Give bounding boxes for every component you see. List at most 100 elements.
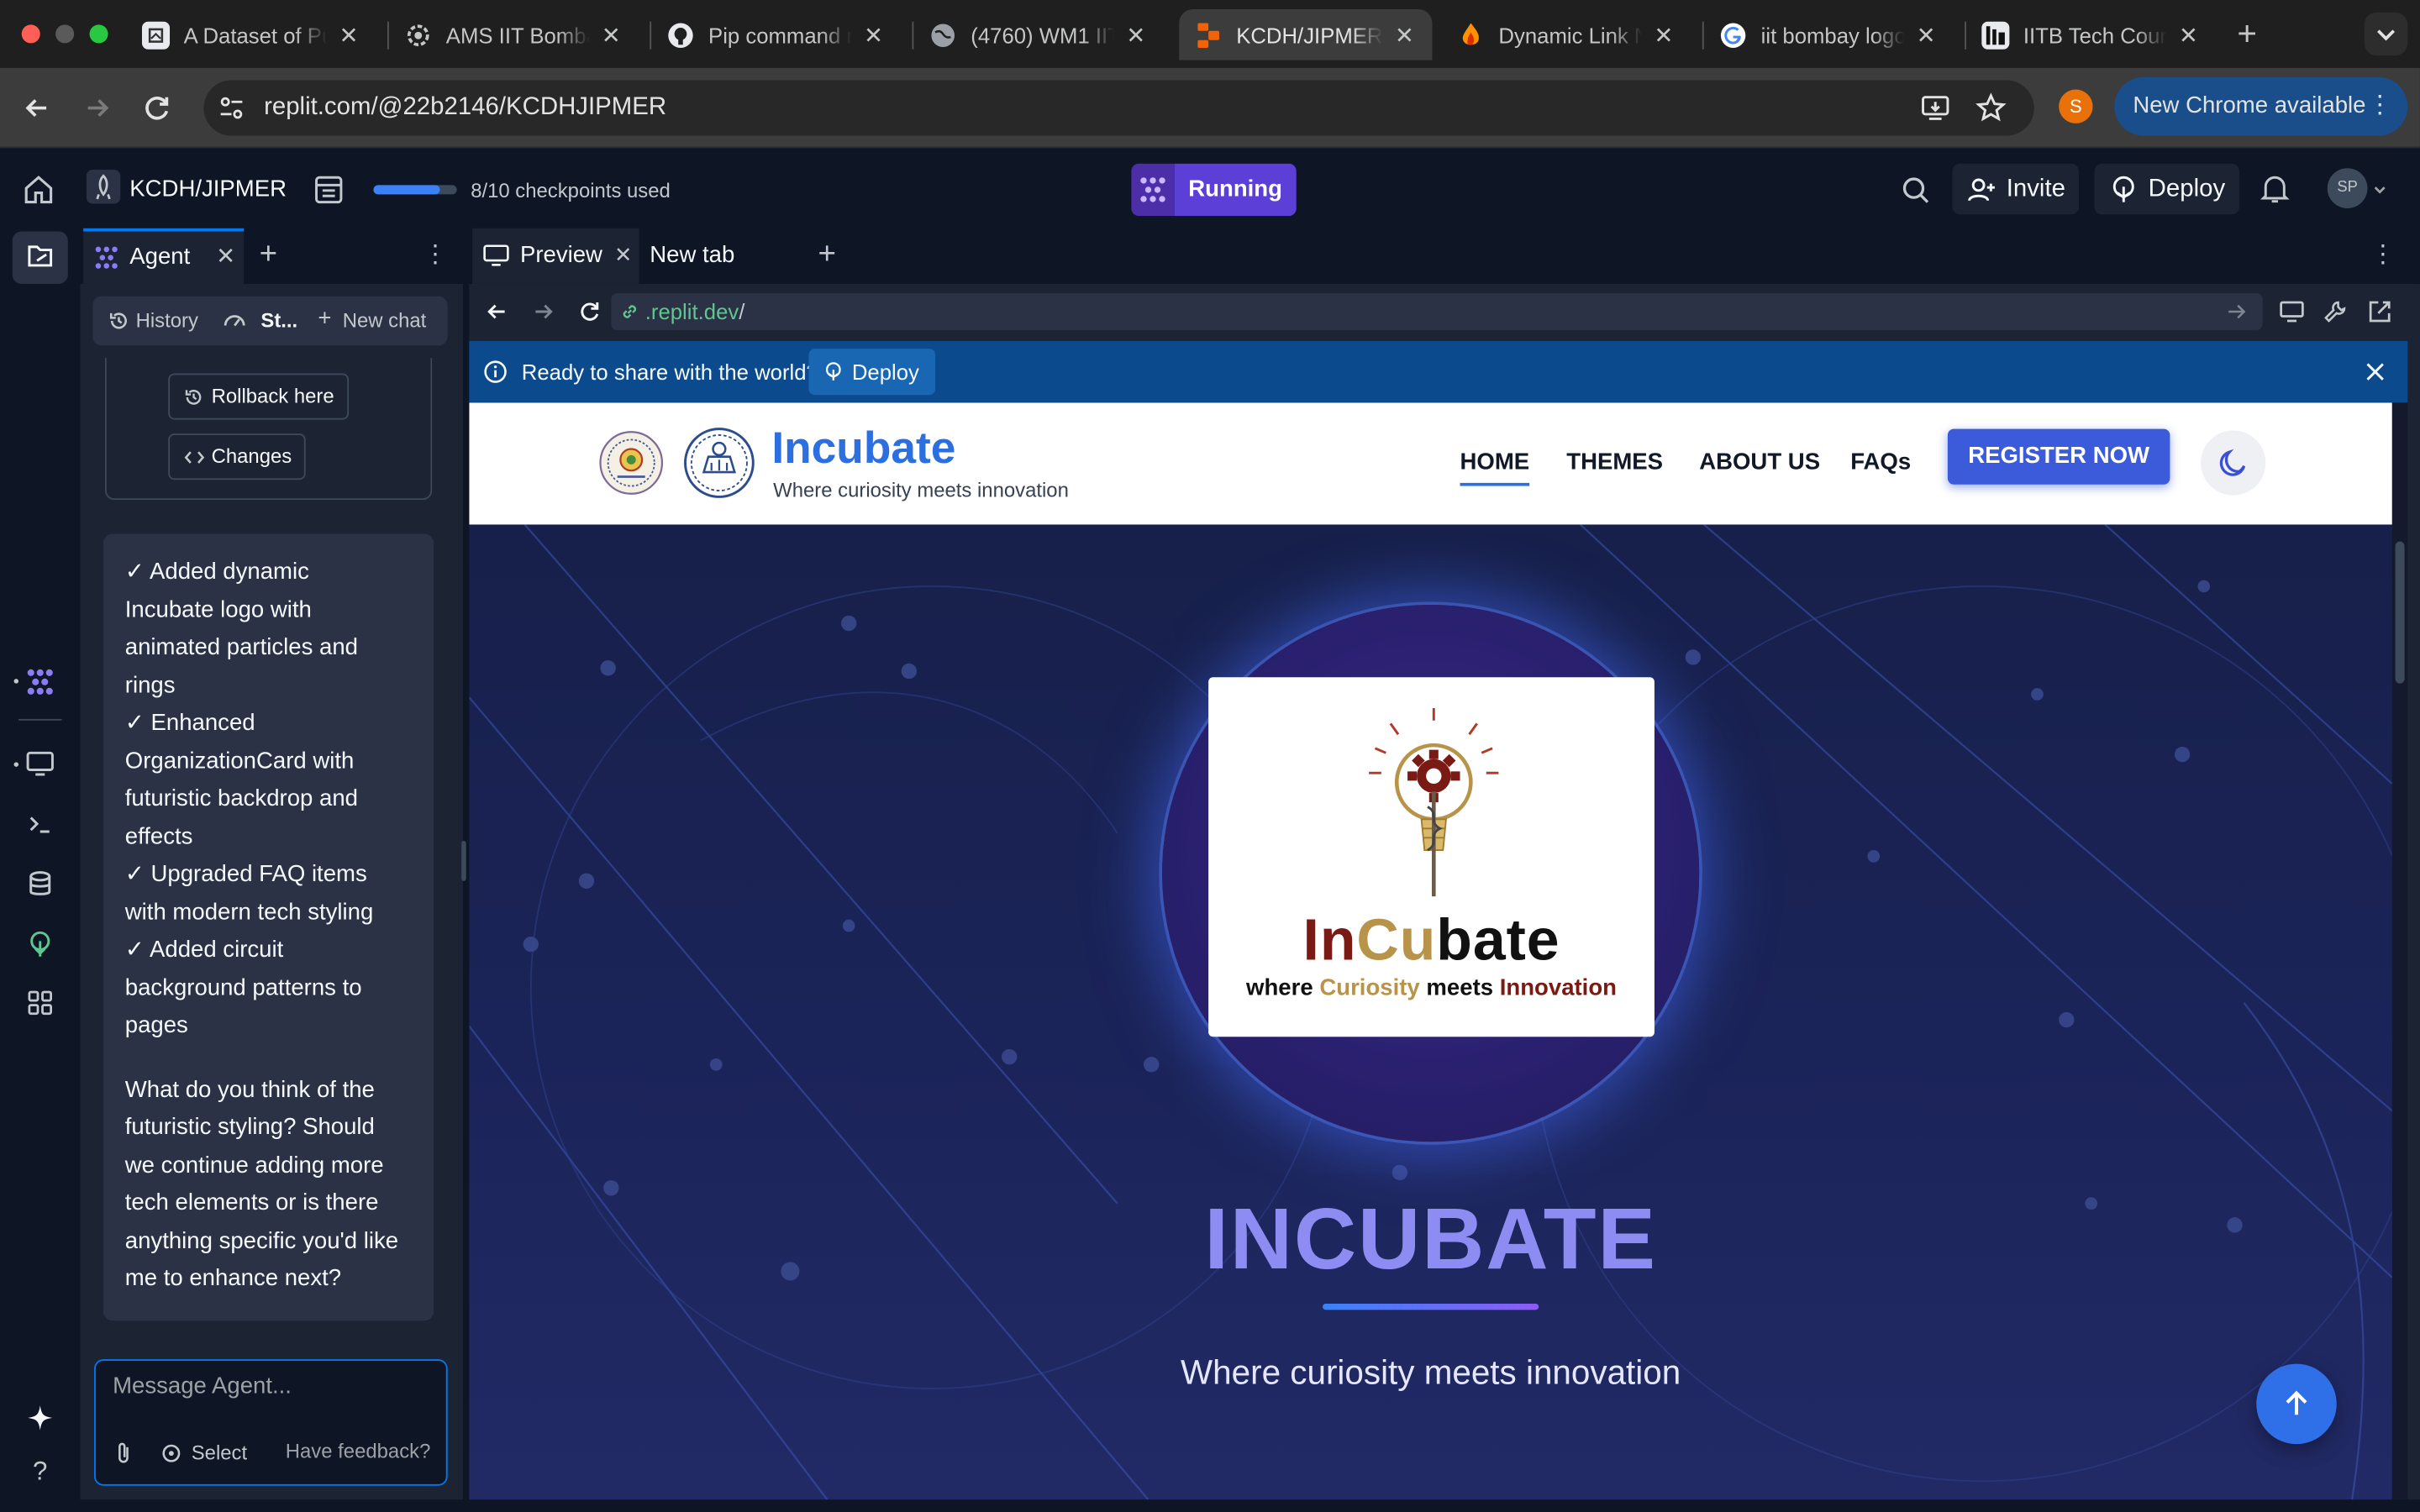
deployments-panel-button[interactable] [22,926,59,963]
close-tab-icon[interactable]: ✕ [336,21,360,49]
gear-favicon-icon [404,21,432,49]
status-button[interactable]: St... [260,308,297,332]
message-composer[interactable]: Message Agent... Select Have feedback? [94,1359,448,1486]
message-line: ✓ Added circuit [124,936,284,963]
browser-tab[interactable]: Dynamic Link N ✕ [1441,9,1691,60]
new-chat-button[interactable]: New chat [343,308,427,332]
rollback-button[interactable]: Rollback here [168,373,349,420]
panel-menu-icon[interactable]: ⋮ [2370,239,2395,270]
site-brand[interactable]: Incubate [771,424,955,475]
browser-tab[interactable]: IITB Tech Coun ✕ [1966,9,2217,60]
reload-icon[interactable] [577,299,602,323]
message-line: effects [124,822,193,850]
devtools-wrench-icon[interactable] [2321,297,2349,325]
nav-themes[interactable]: THEMES [1566,449,1663,475]
select-element-button[interactable]: Select [192,1441,247,1464]
add-user-icon [1968,177,1995,201]
message-line: with modern tech styling [124,898,374,926]
close-tab-icon[interactable]: ✕ [2176,21,2201,49]
browser-tab-active[interactable]: KCDH/JIPMER ✕ [1179,9,1433,60]
close-tab-icon[interactable]: ✕ [1914,21,1939,49]
close-tab-icon[interactable]: ✕ [599,21,623,49]
add-tab-button[interactable]: + [260,238,277,273]
search-button[interactable] [1898,173,1932,207]
tab-agent[interactable]: Agent ✕ [83,228,245,284]
back-button[interactable] [17,88,57,129]
history-button[interactable]: History [136,308,198,332]
notifications-button[interactable] [2258,171,2291,205]
files-panel-button[interactable] [22,238,59,275]
tab-preview[interactable]: Preview ✕ [472,228,639,284]
nav-home[interactable]: HOME [1460,449,1530,486]
nav-about-us[interactable]: ABOUT US [1699,449,1820,475]
profile-avatar[interactable]: S [2059,89,2093,123]
close-tab-icon[interactable]: ✕ [1123,21,1148,49]
kebab-menu-icon[interactable]: ⋮ [2367,77,2391,136]
project-info-button[interactable] [312,173,345,207]
changes-button[interactable]: Changes [168,433,306,480]
browser-tab[interactable]: (4760) WM1 IIT ✕ [913,9,1164,60]
scroll-to-top-button[interactable] [2256,1363,2337,1445]
new-tab-button[interactable]: + [2228,14,2265,52]
banner-deploy-button[interactable]: Deploy [808,349,935,396]
help-icon[interactable]: ? [22,1453,59,1490]
message-line: ✓ Upgraded FAQ items [124,860,367,888]
hero-subtitle: Where curiosity meets innovation [1181,1352,1681,1392]
address-bar[interactable]: replit.com/@22b2146/KCDHJIPMER [203,80,2034,136]
console-panel-button[interactable] [22,806,59,843]
project-name[interactable]: KCDH/JIPMER [129,176,287,202]
feedback-link[interactable]: Have feedback? [286,1440,431,1463]
device-view-icon[interactable] [2278,297,2306,325]
browser-tab[interactable]: Pip command r ✕ [651,9,902,60]
close-tab-icon[interactable]: ✕ [216,242,235,270]
tab-new[interactable]: New tab [639,228,802,284]
paperclip-icon[interactable] [111,1441,135,1465]
forward-button[interactable] [77,88,118,129]
preview-scrollbar[interactable] [2391,402,2408,1500]
agent-panel-button[interactable] [22,664,59,701]
message-line: ✓ Enhanced [124,709,255,737]
close-icon[interactable] [2365,361,2386,383]
preview-url-input[interactable]: .replit.dev/ [611,292,2263,331]
arrow-right-icon [87,99,109,118]
arrow-left-icon[interactable] [485,299,509,323]
logo-tag-meets: meets [1426,974,1494,1002]
database-panel-button[interactable] [22,865,59,902]
zoom-window-button[interactable] [89,24,108,44]
close-tab-icon[interactable]: ✕ [1392,21,1417,49]
close-window-button[interactable] [21,24,40,44]
install-app-icon[interactable] [1920,92,1951,123]
home-button[interactable] [22,173,55,207]
invite-button[interactable]: Invite [1952,163,2080,215]
message-input[interactable]: Message Agent... [113,1373,292,1399]
nav-faqs[interactable]: FAQs [1850,449,1911,475]
preview-panel-button[interactable] [22,745,59,782]
reload-button[interactable] [137,88,177,129]
theme-toggle-button[interactable] [2201,430,2266,496]
ai-assist-button[interactable] [22,1399,59,1436]
chevron-down-icon[interactable] [2370,181,2389,199]
bookmark-star-icon[interactable] [1975,92,2007,123]
register-now-button[interactable]: REGISTER NOW [1947,428,2170,485]
user-avatar[interactable]: SP [2327,168,2368,208]
new-chrome-available-button[interactable]: New Chrome available ⋮ [2114,76,2408,136]
panel-resize-handle[interactable] [461,841,466,881]
close-tab-icon[interactable]: ✕ [861,21,886,49]
open-new-window-icon[interactable] [2366,297,2394,325]
site-settings-icon[interactable] [218,94,245,122]
all-tools-button[interactable] [22,984,59,1021]
browser-tab[interactable]: A Dataset of Pu ✕ [127,9,377,60]
browser-tab[interactable]: iit bombay logo ✕ [1704,9,1954,60]
minimize-window-button[interactable] [55,24,75,44]
browser-tab[interactable]: AMS IIT Bomba ✕ [389,9,639,60]
run-status-button[interactable]: Running [1131,163,1297,217]
add-tab-button[interactable]: + [818,238,835,273]
deploy-button[interactable]: Deploy [2094,163,2239,215]
arrow-right-icon[interactable] [531,299,555,323]
close-tab-icon[interactable]: ✕ [614,242,633,268]
tab-search-button[interactable] [2364,12,2408,56]
go-arrow-icon[interactable] [2226,301,2248,323]
panel-menu-icon[interactable]: ⋮ [423,239,447,270]
close-tab-icon[interactable]: ✕ [1651,21,1676,49]
scrollbar-thumb[interactable] [2395,541,2405,684]
